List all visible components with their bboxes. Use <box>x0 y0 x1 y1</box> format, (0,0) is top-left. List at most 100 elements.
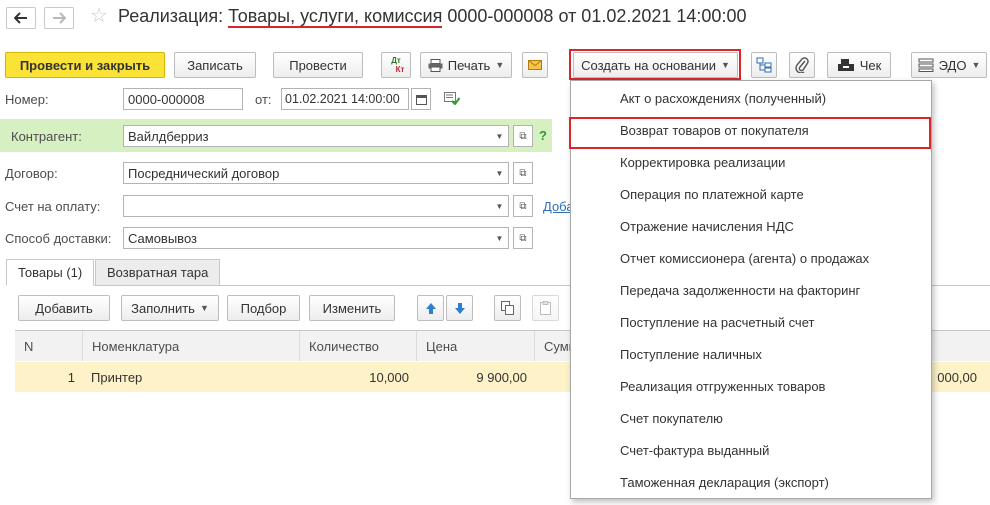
chevron-down-icon: ▼ <box>495 201 504 211</box>
date-field[interactable]: 01.02.2021 14:00:00 <box>281 88 409 110</box>
arrow-down-icon <box>454 302 465 314</box>
col-header-qty[interactable]: Количество <box>300 331 417 361</box>
fill-button[interactable]: Заполнить ▼ <box>121 295 219 321</box>
back-button[interactable] <box>6 7 36 29</box>
calendar-button[interactable] <box>411 88 431 110</box>
delivery-label: Способ доставки: <box>5 231 112 246</box>
tab-returnable-containers[interactable]: Возвратная тара <box>95 259 221 286</box>
menu-item[interactable]: Поступление наличных <box>571 338 931 370</box>
number-label: Номер: <box>5 92 49 107</box>
delivery-field[interactable]: Самовывоз <box>123 227 492 249</box>
email-button[interactable] <box>522 52 548 78</box>
open-form-icon: ⧉ <box>519 200 527 212</box>
date-label: от: <box>255 92 272 107</box>
save-button[interactable]: Записать <box>174 52 256 78</box>
move-down-button[interactable] <box>446 295 473 321</box>
arrow-left-icon <box>14 12 27 24</box>
print-label: Печать <box>447 57 491 73</box>
return-item-highlight <box>569 117 931 149</box>
edo-exchange-icon <box>918 58 934 72</box>
counterparty-open[interactable]: ⧉ <box>513 125 533 147</box>
invoice-field[interactable] <box>123 195 492 217</box>
counterparty-label: Контрагент: <box>11 129 82 144</box>
attachments-button[interactable] <box>789 52 815 78</box>
cell-price: 9 900,00 <box>476 369 527 385</box>
counterparty-dropdown[interactable]: ▼ <box>491 125 509 147</box>
paperclip-icon <box>795 57 809 73</box>
cash-register-icon <box>837 59 854 71</box>
paste-row-button[interactable] <box>532 295 559 321</box>
menu-item[interactable]: Корректировка реализации <box>571 146 931 178</box>
edo-button[interactable]: ЭДО ▼ <box>911 52 987 78</box>
arrow-up-icon <box>425 302 436 314</box>
help-icon[interactable]: ? <box>539 128 547 143</box>
calendar-icon <box>415 94 427 105</box>
chevron-down-icon: ▼ <box>495 60 505 70</box>
hierarchy-icon <box>756 57 772 73</box>
kt-label: Кт <box>395 65 405 74</box>
receipt-button[interactable]: Чек <box>827 52 891 78</box>
chevron-down-icon: ▼ <box>199 303 209 313</box>
post-button[interactable]: Провести <box>273 52 363 78</box>
cell-n: 1 <box>67 369 75 385</box>
tab-goods[interactable]: Товары (1) <box>6 259 95 286</box>
menu-item[interactable]: Поступление на расчетный счет <box>571 306 931 338</box>
post-status-icon[interactable] <box>444 92 461 108</box>
counterparty-field[interactable]: Вайлдберриз <box>123 125 492 147</box>
menu-item[interactable]: Счет-фактура выданный <box>571 434 931 466</box>
print-button[interactable]: Печать ▼ <box>420 52 512 78</box>
menu-item[interactable]: Отражение начисления НДС <box>571 210 931 242</box>
menu-item[interactable]: Акт о расхождениях (полученный) <box>571 82 931 114</box>
invoice-dropdown[interactable]: ▼ <box>491 195 509 217</box>
fill-label: Заполнить <box>131 300 195 316</box>
receipt-label: Чек <box>859 57 882 73</box>
edo-label: ЭДО <box>938 57 967 73</box>
cell-item: Принтер <box>91 369 143 385</box>
envelope-icon <box>528 60 542 70</box>
delivery-dropdown[interactable]: ▼ <box>491 227 509 249</box>
favorite-star-icon[interactable]: ☆ <box>90 6 108 26</box>
chevron-down-icon: ▼ <box>971 60 981 70</box>
chevron-down-icon: ▼ <box>495 233 504 243</box>
col-header-price[interactable]: Цена <box>417 331 535 361</box>
contract-open[interactable]: ⧉ <box>513 162 533 184</box>
move-up-button[interactable] <box>417 295 444 321</box>
menu-item[interactable]: Операция по платежной карте <box>571 178 931 210</box>
dt-label: Дт <box>391 56 401 65</box>
number-field[interactable]: 0000-000008 <box>123 88 243 110</box>
printer-icon <box>428 58 443 72</box>
dt-kt-button[interactable]: Дт Кт <box>381 52 411 78</box>
create-based-on-highlight <box>569 49 741 80</box>
delivery-open[interactable]: ⧉ <box>513 227 533 249</box>
col-header-item[interactable]: Номенклатура <box>83 331 300 361</box>
chevron-down-icon: ▼ <box>495 168 504 178</box>
menu-item[interactable]: Передача задолженности на факторинг <box>571 274 931 306</box>
open-form-icon: ⧉ <box>519 232 527 244</box>
copy-row-button[interactable] <box>494 295 521 321</box>
col-header-n[interactable]: N <box>15 331 83 361</box>
add-row-button[interactable]: Добавить <box>18 295 110 321</box>
invoice-open[interactable]: ⧉ <box>513 195 533 217</box>
invoice-label: Счет на оплату: <box>5 199 101 214</box>
add-invoice-link[interactable]: Доба <box>543 199 574 214</box>
post-and-close-button[interactable]: Провести и закрыть <box>5 52 165 78</box>
menu-item[interactable]: Реализация отгруженных товаров <box>571 370 931 402</box>
menu-item[interactable]: Счет покупателю <box>571 402 931 434</box>
menu-item[interactable]: Отчет комиссионера (агента) о продажах <box>571 242 931 274</box>
copy-icon <box>500 301 514 315</box>
open-form-icon: ⧉ <box>519 167 527 179</box>
change-button[interactable]: Изменить <box>309 295 395 321</box>
select-button[interactable]: Подбор <box>227 295 300 321</box>
arrow-right-icon <box>53 12 66 24</box>
contract-dropdown[interactable]: ▼ <box>491 162 509 184</box>
contract-label: Договор: <box>5 166 58 181</box>
page-title: Реализация: Товары, услуги, комиссия 000… <box>118 6 747 28</box>
chevron-down-icon: ▼ <box>495 131 504 141</box>
paste-icon <box>539 301 551 315</box>
menu-item[interactable]: Таможенная декларация (экспорт) <box>571 466 931 498</box>
contract-field[interactable]: Посреднический договор <box>123 162 492 184</box>
cell-qty: 10,000 <box>369 369 409 385</box>
structure-button[interactable] <box>751 52 777 78</box>
open-form-icon: ⧉ <box>519 130 527 142</box>
forward-button[interactable] <box>44 7 74 29</box>
